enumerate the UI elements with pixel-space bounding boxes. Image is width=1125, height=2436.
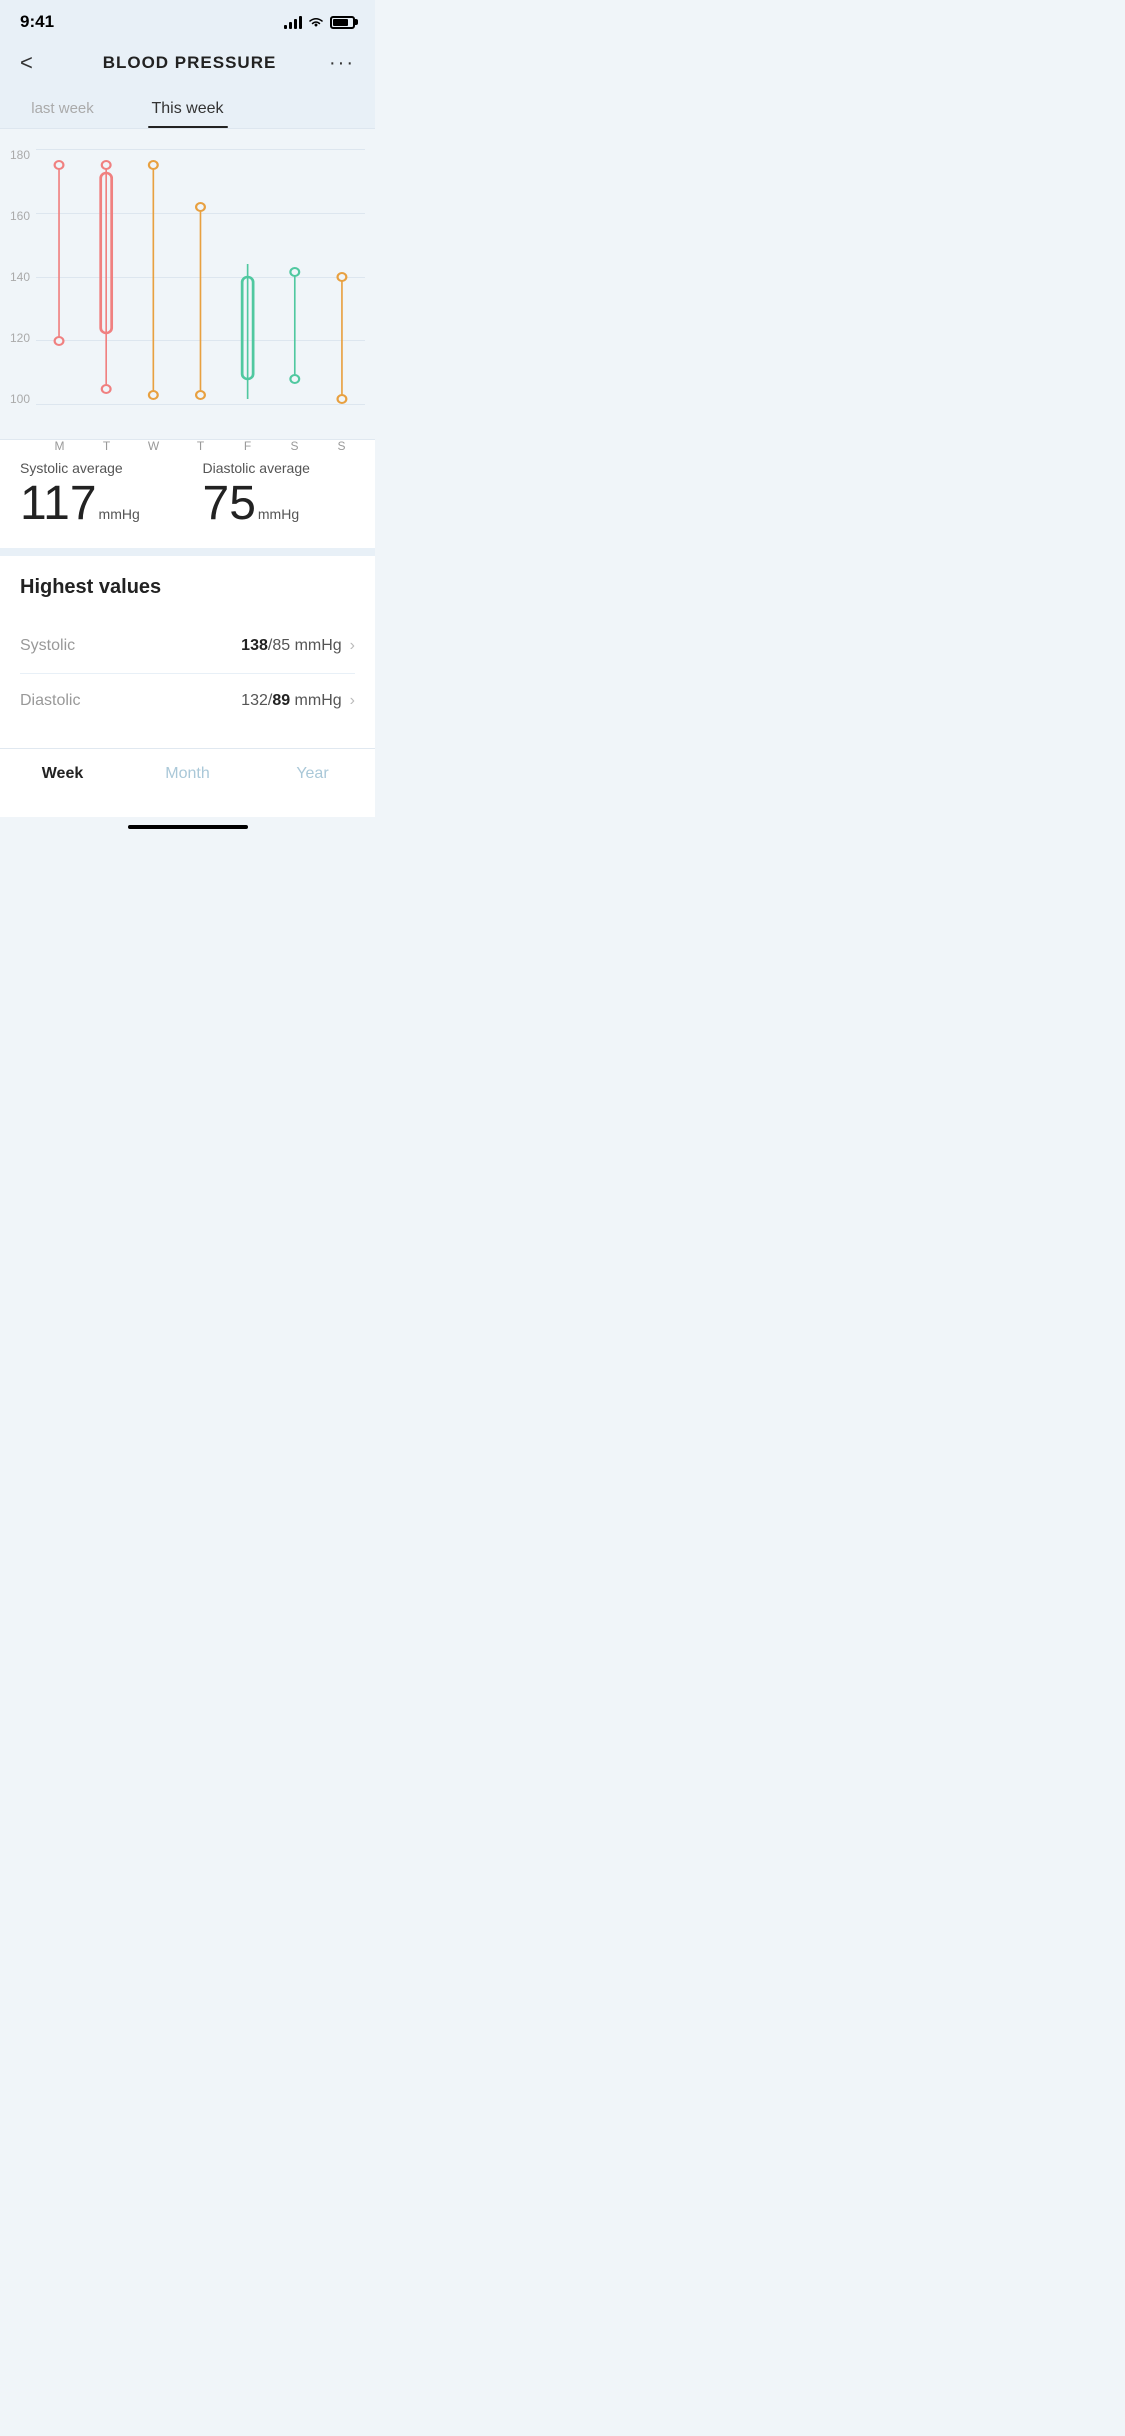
chart-area: 180 160 140 120 100 [10,149,365,429]
diastolic-label: Diastolic average [203,460,356,476]
bottom-tab-week[interactable]: Week [0,761,125,787]
diastolic-reading: 132/89 mmHg [241,692,342,710]
systolic-value: 117 mmHg [20,480,173,528]
top-tab-bar: last week This week [0,88,375,129]
day-w: W [148,439,159,453]
col-w: W [130,149,177,429]
tab-this-week[interactable]: This week [125,88,250,128]
y-label-140: 140 [10,271,30,283]
col-s2: S [318,149,365,429]
back-button[interactable]: < [20,50,50,76]
chart-section: 180 160 140 120 100 [0,129,375,439]
col-t2: T [177,149,224,429]
systolic-row-label: Systolic [20,637,75,655]
status-bar: 9:41 [0,0,375,38]
status-icons [284,15,355,29]
day-t1: T [103,439,110,453]
diastolic-stat: Diastolic average 75 mmHg [203,460,356,528]
y-label-120: 120 [10,332,30,344]
col-f: F [224,149,271,429]
y-axis: 180 160 140 120 100 [10,149,36,429]
signal-icon [284,15,302,29]
more-button[interactable]: ··· [329,52,355,75]
diastolic-row[interactable]: Diastolic 132/89 mmHg › [20,674,355,728]
diastolic-value: 75 mmHg [203,480,356,528]
diastolic-unit: mmHg [258,506,299,522]
home-indicator [128,825,248,829]
battery-icon [330,16,355,29]
section-divider [0,548,375,556]
y-label-160: 160 [10,210,30,222]
wifi-icon [308,16,324,29]
tab-last-week[interactable]: last week [0,88,125,128]
systolic-unit: mmHg [99,506,140,522]
diastolic-row-label: Diastolic [20,692,80,710]
day-s1: S [291,439,299,453]
day-f: F [244,439,251,453]
day-s2: S [338,439,346,453]
bottom-tab-year[interactable]: Year [250,761,375,787]
systolic-row-value: 138/85 mmHg › [241,637,355,655]
header: < BLOOD PRESSURE ··· [0,38,375,88]
diastolic-number: 75 [203,480,256,528]
bottom-tab-month[interactable]: Month [125,761,250,787]
col-s1: S [271,149,318,429]
systolic-number: 117 [20,480,97,528]
diastolic-chevron: › [350,692,355,710]
day-t2: T [197,439,204,453]
day-m: M [55,439,65,453]
status-time: 9:41 [20,12,54,32]
col-m: M [36,149,83,429]
systolic-row[interactable]: Systolic 138/85 mmHg › [20,619,355,674]
highest-values-title: Highest values [20,576,355,599]
bottom-tab-bar: Week Month Year [0,748,375,817]
highest-values-section: Highest values Systolic 138/85 mmHg › Di… [0,556,375,748]
day-labels: M T W T F S S [36,149,365,429]
tab-next[interactable] [250,88,375,128]
systolic-stat: Systolic average 117 mmHg [20,460,173,528]
page-title: BLOOD PRESSURE [103,53,277,73]
systolic-reading: 138/85 mmHg [241,637,342,655]
y-label-180: 180 [10,149,30,161]
stats-section: Systolic average 117 mmHg Diastolic aver… [0,439,375,548]
systolic-chevron: › [350,637,355,655]
systolic-label: Systolic average [20,460,173,476]
y-label-100: 100 [10,393,30,405]
col-t1: T [83,149,130,429]
chart-inner: M T W T F S S [36,149,365,429]
diastolic-row-value: 132/89 mmHg › [241,692,355,710]
